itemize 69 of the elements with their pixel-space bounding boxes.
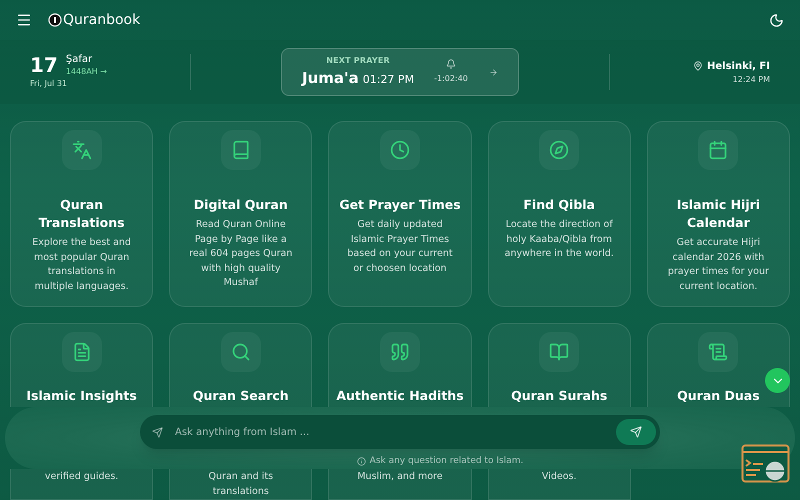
search-icon (230, 342, 251, 362)
card-description: Muslim, and more (357, 470, 443, 484)
feature-card[interactable]: Find Qibla Locate the direction of holy Kaaba/Qibla from anywhere in the world. (488, 121, 631, 307)
hijri-month: Şafar (66, 54, 94, 66)
info-icon (356, 457, 366, 466)
send-button[interactable] (616, 419, 656, 445)
ask-input[interactable]: Ask anything from Islam ... (175, 424, 616, 440)
document-icon (72, 342, 92, 362)
send-icon (630, 426, 642, 438)
translate-icon (72, 140, 92, 160)
countdown: -1:02:40 (434, 73, 468, 85)
calendar-icon (708, 140, 728, 160)
card-title: Quran Search (192, 388, 289, 404)
card-title: Get Prayer Times (339, 196, 461, 214)
scroll-down-button[interactable] (765, 368, 790, 393)
arrow-right-icon[interactable] (489, 68, 498, 76)
open-book-icon (549, 342, 570, 362)
feature-card[interactable]: Islamic Hijri Calendar Get accurate Hijri calendar 2026 with prayer times for your current location. (646, 121, 790, 307)
logo-icon (48, 13, 62, 27)
scroll-icon (708, 342, 728, 362)
menu-icon[interactable] (16, 12, 32, 28)
card-description: Get accurate Hijri calendar 2026 with prayer times for your current location. (666, 236, 770, 294)
compass-icon (549, 140, 570, 160)
city-name[interactable]: Helsinki, FI (707, 58, 770, 74)
feature-card[interactable]: Quran Translations Explore the best and most popular Quran translations in multiple languages. (10, 121, 154, 307)
card-title: Islamic Insights (26, 388, 137, 404)
hijri-day: 17 (30, 54, 58, 76)
card-description: Get daily updated Islamic Prayer Times based on your current or choosen location (346, 218, 454, 276)
clock-icon (390, 140, 410, 160)
prayer-time: 01:27 PM (362, 72, 414, 88)
location-pin-icon (693, 61, 703, 71)
feature-card[interactable]: Islamic Insights (10, 323, 154, 407)
feature-card[interactable]: Digital Quran Read Quran Online Page by Page like a real 604 pages Quran with high quality Mushaf (169, 121, 312, 307)
card-title: Islamic Hijri Calendar (676, 196, 762, 232)
feature-card[interactable]: verified guides. (10, 469, 154, 500)
card-description: Locate the direction of holy Kaaba/Qibla from anywhere in the world. (504, 218, 615, 261)
card-description: verified guides. (44, 470, 118, 484)
card-title: Authentic Hadiths (336, 388, 464, 404)
feature-card[interactable]: Videos. (488, 469, 631, 500)
card-title: Find Qibla (523, 196, 595, 214)
feature-card[interactable]: Authentic Hadiths (328, 323, 472, 407)
feature-card[interactable]: Muslim, and more (328, 469, 472, 500)
card-description: Read Quran Online Page by Page like a real 604 pages Quran with high quality Mushaf (188, 218, 294, 290)
next-prayer-label: NEXT PRAYER (326, 54, 390, 67)
ask-field[interactable]: Ask anything from Islam ... (140, 415, 660, 449)
feature-card[interactable]: Get Prayer Times Get daily updated Islamic Prayer Times based on your current or choosen location (328, 121, 472, 307)
send-icon (152, 426, 163, 438)
card-title: Quran Translations (38, 196, 126, 232)
logo-text[interactable]: Quranbook (63, 10, 140, 30)
card-description: Videos. (542, 470, 576, 484)
next-prayer-card[interactable]: NEXT PRAYER Juma'a 01:27 PM -1:02:40 (281, 48, 519, 96)
card-description: Explore the best and most popular Quran translations in multiple languages. (31, 236, 132, 294)
feature-card[interactable]: Quran Surahs (488, 323, 631, 407)
prayer-name: Juma'a (302, 68, 359, 89)
quote-icon (390, 342, 410, 362)
ask-hint: Ask any question related to Islam. (370, 455, 524, 468)
feature-card[interactable]: Quran and its translations (169, 469, 312, 500)
card-title: Quran Duas (677, 388, 760, 404)
feature-card[interactable]: Quran Search (169, 323, 312, 407)
feature-card[interactable]: Quran Duas (646, 323, 790, 407)
local-time: 12:24 PM (732, 74, 770, 86)
dark-mode-icon[interactable] (769, 12, 784, 28)
card-description: Quran and its translations (208, 470, 274, 498)
card-title: Quran Surahs (511, 388, 608, 404)
book-icon (230, 140, 251, 160)
gregorian-date: Fri, Jul 31 (30, 78, 68, 90)
card-title: Digital Quran (194, 196, 288, 214)
hijri-year-link[interactable]: 1448AH → (66, 66, 107, 78)
bell-icon[interactable] (446, 59, 456, 69)
